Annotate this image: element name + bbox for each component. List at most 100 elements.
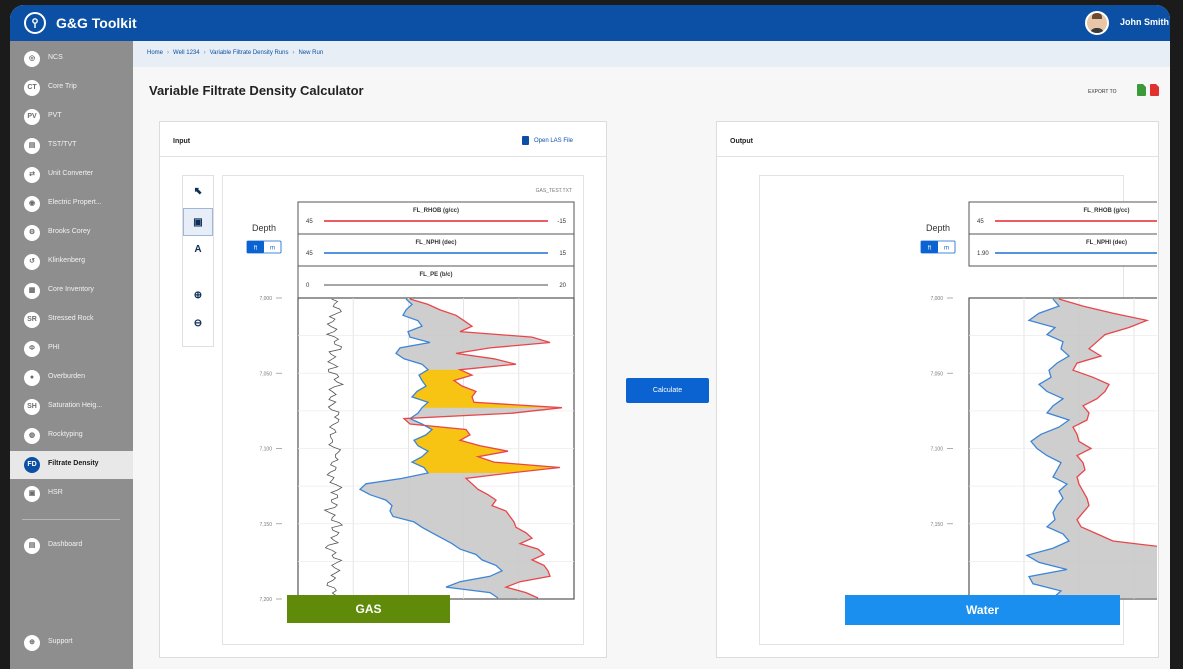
brooks-corey-icon: ⚙ xyxy=(24,225,40,241)
export-pdf-icon[interactable] xyxy=(1150,84,1159,96)
sidebar-item-brooks-corey[interactable]: ⚙ Brooks Corey xyxy=(10,219,133,247)
track-left-scale: 45 xyxy=(977,219,984,225)
output-log-plot: DepthftmFL_RHOB (g/cc)4515FL_NPHI (dec)1… xyxy=(920,201,1157,603)
sidebar-item-pvt[interactable]: PV PVT xyxy=(10,103,133,131)
app-title: G&G Toolkit xyxy=(56,15,137,31)
sidebar-item-label: Electric Propert... xyxy=(48,199,102,206)
breadcrumb-item[interactable]: New Run xyxy=(299,50,324,56)
track-name: FL_RHOB (g/cc) xyxy=(1083,208,1129,214)
chevron-right-icon: › xyxy=(292,50,295,56)
sidebar-item-label: Brooks Corey xyxy=(48,228,91,235)
track-header xyxy=(297,233,575,267)
sidebar-item-hsr[interactable]: ▣ HSR xyxy=(10,480,133,508)
unit-ft-label: ft xyxy=(928,246,932,252)
sidebar: ◎ NCS CT Core Trip PV PVT ▤ TST/TVT ⇄ Unit Conver… xyxy=(10,41,133,669)
chevron-right-icon: › xyxy=(203,50,206,56)
page-title: Variable Filtrate Density Calculator xyxy=(149,83,364,98)
water-banner: Water xyxy=(845,595,1120,625)
sidebar-item-core-inventory[interactable]: ▦ Core Inventory xyxy=(10,277,133,305)
sidebar-item-stressed-rock[interactable]: SR Stressed Rock xyxy=(10,306,133,334)
depth-tick-label: 7,200 xyxy=(259,597,272,603)
track-left-scale: 45 xyxy=(306,219,313,225)
track-name: FL_PE (b/c) xyxy=(419,272,452,278)
sidebar-item-unit-converter[interactable]: ⇄ Unit Converter xyxy=(10,161,133,189)
depth-tick-label: 7,050 xyxy=(259,371,272,377)
track-name: FL_NPHI (dec) xyxy=(415,240,456,246)
track-left-scale: 45 xyxy=(306,251,313,257)
sidebar-item-klinkenberg[interactable]: ↺ Klinkenberg xyxy=(10,248,133,276)
user-name[interactable]: John Smith xyxy=(1120,17,1169,27)
breadcrumb-item[interactable]: Well 1234 xyxy=(173,50,200,56)
sidebar-item-dashboard[interactable]: ▤ Dashboard xyxy=(10,532,133,560)
depth-tick-label: 7,150 xyxy=(259,522,272,528)
sidebar-item-label: Overburden xyxy=(48,373,85,380)
sidebar-item-label: Dashboard xyxy=(48,541,83,548)
sidebar-item-filtrate-density[interactable]: FD Filtrate Density xyxy=(10,451,133,479)
sidebar-item-saturation-height[interactable]: SH Saturation Heig... xyxy=(10,393,133,421)
gas-banner: GAS xyxy=(287,595,450,623)
depth-tick-label: 7,050 xyxy=(930,371,943,377)
depth-tick-label: 7,100 xyxy=(930,447,943,453)
track-left-scale: 1.90 xyxy=(977,251,989,257)
unit-m-label: m xyxy=(944,246,949,252)
ncs-icon: ◎ xyxy=(24,51,40,67)
sidebar-item-label: Support xyxy=(48,638,73,645)
user-avatar[interactable] xyxy=(1085,11,1109,35)
breadcrumb-bar: Home › Well 1234 › Variable Filtrate Density… xyxy=(133,41,1170,67)
file-name-label: GAS_TEST.TXT xyxy=(536,188,572,194)
sidebar-item-tst-tvt[interactable]: ▤ TST/TVT xyxy=(10,132,133,160)
depth-tick-label: 7,000 xyxy=(930,296,943,302)
sidebar-item-label: Filtrate Density xyxy=(48,460,99,467)
export-excel-icon[interactable] xyxy=(1137,84,1146,96)
filtrate-density-icon: FD xyxy=(24,457,40,473)
chevron-right-icon: › xyxy=(167,50,170,56)
support-icon: ⊕ xyxy=(24,635,40,651)
main-content: Home › Well 1234 › Variable Filtrate Density… xyxy=(133,41,1170,669)
unit-converter-icon: ⇄ xyxy=(24,167,40,183)
sidebar-item-label: PHI xyxy=(48,344,60,351)
tst-tvt-icon: ▤ xyxy=(24,138,40,154)
track-header xyxy=(968,233,1157,267)
hsr-icon: ▣ xyxy=(24,486,40,502)
track-header xyxy=(968,201,1157,235)
sidebar-item-label: NCS xyxy=(48,54,63,61)
calculate-button[interactable]: Calculate xyxy=(626,378,709,403)
sidebar-item-label: Klinkenberg xyxy=(48,257,85,264)
depth-label: Depth xyxy=(926,223,950,233)
breadcrumb-item[interactable]: Home xyxy=(147,50,163,56)
sidebar-item-rocktyping[interactable]: ◍ Rocktyping xyxy=(10,422,133,450)
track-header xyxy=(297,265,575,299)
klinkenberg-icon: ↺ xyxy=(24,254,40,270)
core-trip-icon: CT xyxy=(24,80,40,96)
sidebar-item-phi[interactable]: Φ PHI xyxy=(10,335,133,363)
sidebar-divider xyxy=(22,519,120,520)
sidebar-item-label: Unit Converter xyxy=(48,170,94,177)
track-name: FL_RHOB (g/cc) xyxy=(413,208,459,214)
sidebar-item-label: Core Inventory xyxy=(48,286,94,293)
breadcrumb-item[interactable]: Variable Filtrate Density Runs xyxy=(210,50,289,56)
sidebar-item-label: Saturation Heig... xyxy=(48,402,103,409)
export-label: EXPORT TO xyxy=(1088,89,1117,95)
phi-icon: Φ xyxy=(24,341,40,357)
sidebar-item-core-trip[interactable]: CT Core Trip xyxy=(10,74,133,102)
sidebar-item-support[interactable]: ⊕ Support xyxy=(10,629,133,657)
sidebar-item-electric-properties[interactable]: ◉ Electric Propert... xyxy=(10,190,133,218)
sidebar-item-overburden[interactable]: ● Overburden xyxy=(10,364,133,392)
input-panel: Input Open LAS File ⬉ ▣ A ⊕ ⊖ Depth ft m FL… xyxy=(159,121,607,658)
dashboard-icon: ▤ xyxy=(24,538,40,554)
depth-label: Depth xyxy=(252,223,276,233)
breadcrumb: Home › Well 1234 › Variable Filtrate Density… xyxy=(147,50,323,56)
sidebar-item-label: PVT xyxy=(48,112,62,119)
top-bar: G&G Toolkit John Smith xyxy=(10,5,1170,41)
output-panel: Output DepthftmFL_RHOB (g/cc)4515FL_NPHI… xyxy=(716,121,1159,658)
saturation-height-icon: SH xyxy=(24,399,40,415)
sidebar-item-label: Core Trip xyxy=(48,83,77,90)
input-log-plot: Depth ft m FL_RHOB (g/cc) 45 -15 FL_NPHI (dec)… xyxy=(246,188,575,603)
sidebar-item-label: HSR xyxy=(48,489,63,496)
app-window: G&G Toolkit John Smith ◎ NCS CT Core Trip PV… xyxy=(10,5,1170,669)
electric-properties-icon: ◉ xyxy=(24,196,40,212)
sidebar-item-ncs[interactable]: ◎ NCS xyxy=(10,45,133,73)
app-logo-icon[interactable] xyxy=(24,12,46,34)
rocktyping-icon: ◍ xyxy=(24,428,40,444)
track-right-scale: 15 xyxy=(559,251,566,257)
